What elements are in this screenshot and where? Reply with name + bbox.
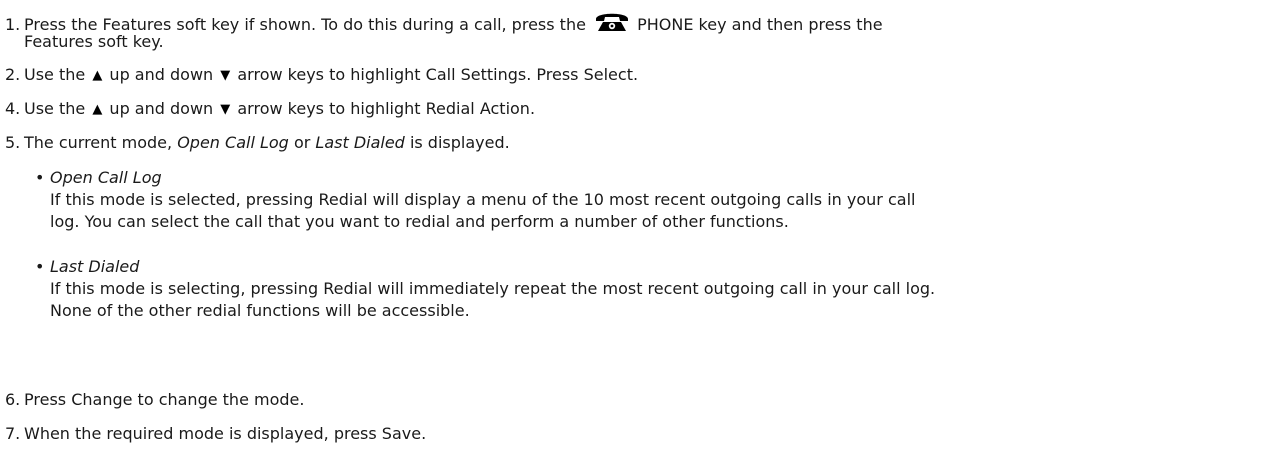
step-2: 2. Use the ▲ up and down ▼ arrow keys to … <box>5 64 1255 87</box>
step-4-text-b: up and down <box>109 99 214 118</box>
bullet-item-open-call-log: • Open Call Log If this mode is selected… <box>35 167 916 233</box>
bullet-icon: • <box>35 168 45 187</box>
step-4-text-a: Use the <box>24 99 86 118</box>
phone-key-icon <box>596 13 629 31</box>
step-4-text-c: arrow keys to highlight Redial Action. <box>237 99 536 118</box>
bullet-description-line: If this mode is selecting, pressing Redi… <box>50 279 936 298</box>
step-number: 4. <box>5 99 21 118</box>
step-number: 1. <box>5 15 21 34</box>
step-5-text-e: is displayed. <box>409 133 510 152</box>
step-number: 2. <box>5 65 21 84</box>
step-2-text-c: arrow keys to highlight Call Settings. P… <box>237 65 639 84</box>
bullet-description-line: None of the other redial functions will … <box>50 301 470 320</box>
step-1-text-b: PHONE key and then press the <box>637 15 883 34</box>
bullet-title: Last Dialed <box>50 257 140 276</box>
bullet-title: Open Call Log <box>50 168 162 187</box>
down-arrow-icon: ▼ <box>220 102 231 117</box>
step-7: 7. When the required mode is displayed, p… <box>5 423 1255 445</box>
bullet-description-line: If this mode is selected, pressing Redia… <box>50 190 916 209</box>
up-arrow-icon: ▲ <box>92 102 103 117</box>
down-arrow-icon: ▼ <box>220 68 231 83</box>
step-4: 4. Use the ▲ up and down ▼ arrow keys to … <box>5 98 1255 121</box>
bullet-description-line: log. You can select the call that you wa… <box>50 212 789 231</box>
up-arrow-icon: ▲ <box>92 68 103 83</box>
step-number: 5. <box>5 133 21 152</box>
step-5-text-a: The current mode, <box>24 133 173 152</box>
bullet-icon: • <box>35 257 45 276</box>
step-number: 7. <box>5 424 21 443</box>
step-5-text-c: or <box>293 133 311 152</box>
step-1-continuation: Features soft key. <box>24 32 164 51</box>
bullet-item-last-dialed: • Last Dialed If this mode is selecting,… <box>35 256 936 322</box>
step-5: 5. The current mode, Open Call Log or Las… <box>5 132 1255 154</box>
mode-name-open-call-log: Open Call Log <box>177 133 289 152</box>
step-7-text: When the required mode is displayed, pre… <box>24 424 427 443</box>
step-number: 6. <box>5 390 21 409</box>
step-1: 1. Press the Features soft key if shown. … <box>5 9 1255 36</box>
mode-name-last-dialed: Last Dialed <box>315 133 405 152</box>
step-6-text: Press Change to change the mode. <box>24 390 305 409</box>
step-2-text-a: Use the <box>24 65 86 84</box>
step-6: 6. Press Change to change the mode. <box>5 389 1255 411</box>
step-2-text-b: up and down <box>109 65 214 84</box>
